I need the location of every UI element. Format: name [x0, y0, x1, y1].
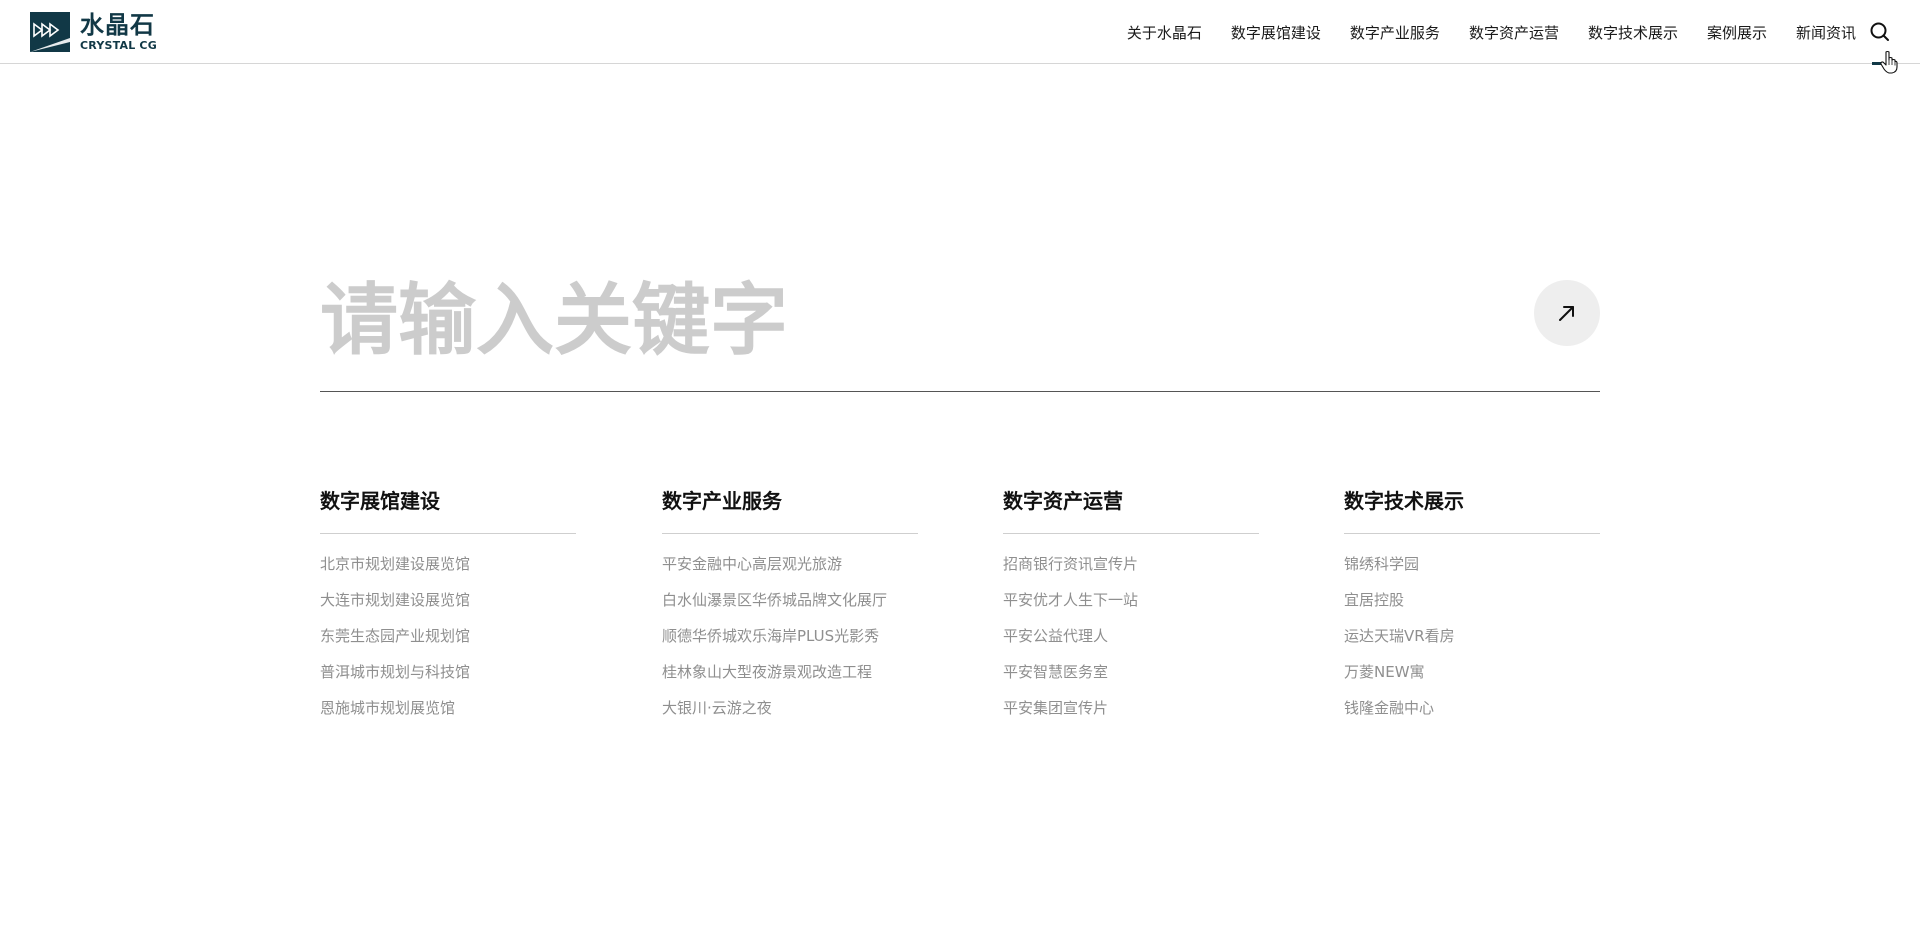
nav-item-digital-tech[interactable]: 数字技术展示: [1588, 22, 1678, 43]
site-header: 水晶石 CRYSTAL CG 关于水晶石 数字展馆建设 数字产业服务 数字资产运…: [0, 0, 1920, 65]
nav-item-digital-assets[interactable]: 数字资产运营: [1469, 22, 1559, 43]
category-link[interactable]: 运达天瑞VR看房: [1344, 626, 1600, 662]
category-link[interactable]: 平安公益代理人: [1003, 626, 1259, 662]
search-submit-button[interactable]: [1534, 280, 1600, 346]
logo[interactable]: 水晶石 CRYSTAL CG: [30, 12, 157, 52]
hand-cursor-icon: [1880, 50, 1898, 74]
category-link[interactable]: 恩施城市规划展览馆: [320, 698, 576, 734]
category-link[interactable]: 大连市规划建设展览馆: [320, 590, 576, 626]
category-list: 平安金融中心高层观光旅游 白水仙瀑景区华侨城品牌文化展厅 顺德华侨城欢乐海岸PL…: [662, 534, 918, 734]
category-link[interactable]: 平安智慧医务室: [1003, 662, 1259, 698]
category-link[interactable]: 宜居控股: [1344, 590, 1600, 626]
logo-mark-icon: [30, 12, 70, 52]
category-columns: 数字展馆建设 北京市规划建设展览馆 大连市规划建设展览馆 东莞生态园产业规划馆 …: [320, 488, 1600, 748]
category-list: 锦绣科学园 宜居控股 运达天瑞VR看房 万菱NEW寓 钱隆金融中心: [1344, 534, 1600, 734]
category-link[interactable]: 桂林象山大型夜游景观改造工程: [662, 662, 918, 698]
category-list: 北京市规划建设展览馆 大连市规划建设展览馆 东莞生态园产业规划馆 普洱城市规划与…: [320, 534, 576, 734]
category-link[interactable]: 大银川·云游之夜: [662, 698, 918, 734]
category-column-tech: 数字技术展示 锦绣科学园 宜居控股 运达天瑞VR看房 万菱NEW寓 钱隆金融中心: [1344, 488, 1600, 734]
arrow-up-right-icon: [1559, 306, 1574, 321]
nav-item-about[interactable]: 关于水晶石: [1127, 22, 1202, 43]
nav-item-digital-exhibition[interactable]: 数字展馆建设: [1231, 22, 1321, 43]
category-list: 招商银行资讯宣传片 平安优才人生下一站 平安公益代理人 平安智慧医务室 平安集团…: [1003, 534, 1259, 734]
category-link[interactable]: 钱隆金融中心: [1344, 698, 1600, 734]
nav-item-cases[interactable]: 案例展示: [1707, 22, 1767, 43]
category-link[interactable]: 招商银行资讯宣传片: [1003, 554, 1259, 590]
main-nav: 关于水晶石 数字展馆建设 数字产业服务 数字资产运营 数字技术展示 案例展示 新…: [1127, 0, 1856, 64]
category-title[interactable]: 数字技术展示: [1344, 488, 1600, 534]
category-column-industry: 数字产业服务 平安金融中心高层观光旅游 白水仙瀑景区华侨城品牌文化展厅 顺德华侨…: [662, 488, 918, 734]
nav-item-news[interactable]: 新闻资讯: [1796, 22, 1856, 43]
category-link[interactable]: 平安金融中心高层观光旅游: [662, 554, 918, 590]
category-link[interactable]: 平安集团宣传片: [1003, 698, 1259, 734]
category-link[interactable]: 普洱城市规划与科技馆: [320, 662, 576, 698]
category-link[interactable]: 北京市规划建设展览馆: [320, 554, 576, 590]
category-link[interactable]: 锦绣科学园: [1344, 554, 1600, 590]
category-link[interactable]: 白水仙瀑景区华侨城品牌文化展厅: [662, 590, 918, 626]
category-title[interactable]: 数字资产运营: [1003, 488, 1259, 534]
search-icon[interactable]: [1868, 20, 1892, 44]
category-title[interactable]: 数字展馆建设: [320, 488, 576, 534]
logo-name-en: CRYSTAL CG: [80, 39, 157, 52]
category-link[interactable]: 万菱NEW寓: [1344, 662, 1600, 698]
category-link[interactable]: 顺德华侨城欢乐海岸PLUS光影秀: [662, 626, 918, 662]
search-bar: [320, 256, 1600, 392]
category-column-exhibition: 数字展馆建设 北京市规划建设展览馆 大连市规划建设展览馆 东莞生态园产业规划馆 …: [320, 488, 576, 734]
category-link[interactable]: 平安优才人生下一站: [1003, 590, 1259, 626]
category-link[interactable]: 东莞生态园产业规划馆: [320, 626, 576, 662]
category-column-assets: 数字资产运营 招商银行资讯宣传片 平安优才人生下一站 平安公益代理人 平安智慧医…: [1003, 488, 1259, 734]
logo-name-cn: 水晶石: [80, 11, 155, 39]
search-input[interactable]: [320, 266, 1460, 376]
nav-item-digital-industry[interactable]: 数字产业服务: [1350, 22, 1440, 43]
category-title[interactable]: 数字产业服务: [662, 488, 918, 534]
